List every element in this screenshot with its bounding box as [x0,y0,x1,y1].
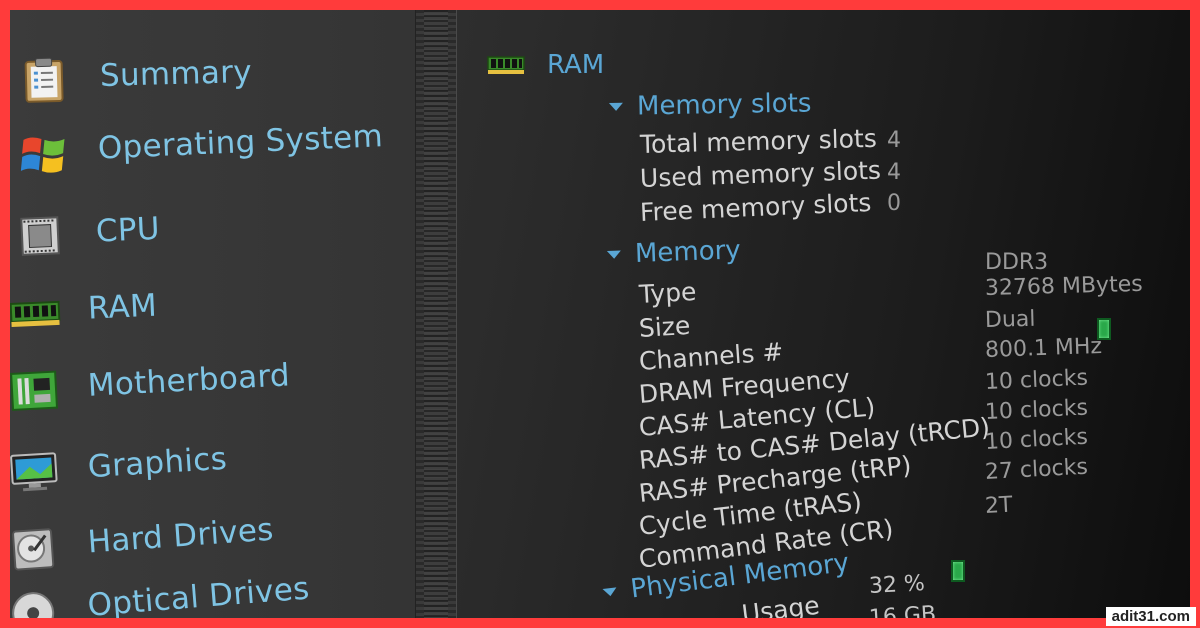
chevron-down-icon [608,102,624,111]
row-value: 10 clocks [984,424,1089,455]
row-label: Usage [740,590,822,618]
row-value: DDR3 [985,250,1049,275]
status-led-icon [1097,318,1111,340]
page-title: RAM [547,50,605,80]
row-value: 10 clocks [984,395,1089,425]
panel-splitter[interactable] [415,10,457,618]
windows-logo-icon [19,130,69,173]
row-value: 4 [887,128,901,153]
sidebar-item-optical-drives[interactable]: Optical Drives [10,568,311,618]
row-label: Size [638,310,692,343]
row-value: 32 % [868,571,926,599]
cpu-chip-icon [17,213,67,256]
group-memory[interactable]: Memory [606,235,741,270]
group-memory-slots[interactable]: Memory slots [608,88,812,122]
monitor-icon [10,449,59,492]
row-value: 800.1 MHz [984,333,1103,363]
optical-disc-icon [10,588,59,618]
motherboard-icon [10,368,59,411]
row-value: 2T [984,492,1014,519]
sidebar: Summary Operating System CPU RAM Motherb… [10,10,415,618]
sidebar-item-graphics[interactable]: Graphics [10,439,228,492]
sidebar-item-summary[interactable]: Summary [21,52,253,103]
sidebar-item-motherboard[interactable]: Motherboard [10,355,291,411]
row-value: 0 [887,191,901,216]
chevron-down-icon [602,587,618,597]
status-led-icon [951,560,965,582]
details-panel: RAM Memory slots Total memory slots 4 Us… [457,10,1190,618]
sidebar-item-cpu[interactable]: CPU [17,209,161,256]
row-value: 27 clocks [984,454,1089,485]
sidebar-item-label: Motherboard [86,357,291,404]
sidebar-item-label: Operating System [97,118,384,167]
row-value: Dual [984,306,1036,333]
sidebar-item-label: RAM [87,287,158,327]
row-label: Free memory slots [639,187,872,227]
group-title: Memory [634,235,742,270]
section-header-ram: RAM [487,50,604,80]
sidebar-item-operating-system[interactable]: Operating System [19,116,384,173]
row-value: 4 [887,160,901,185]
sidebar-item-label: Graphics [86,440,228,486]
row-value: 16 GB [868,601,937,618]
app-window: Summary Operating System CPU RAM Motherb… [10,10,1190,618]
row-label: Type [638,277,698,309]
group-title: Memory slots [636,88,812,122]
sidebar-item-label: Optical Drives [86,570,311,618]
sidebar-item-label: Summary [99,53,253,94]
sidebar-item-label: Hard Drives [86,511,275,561]
watermark: adit31.com [1105,607,1196,626]
ram-module-icon [487,56,525,74]
row-label: Used memory slots [639,155,882,193]
ram-module-icon [10,290,61,332]
sidebar-item-ram[interactable]: RAM [10,286,158,332]
hard-drive-icon [10,525,59,571]
row-label: Total memory slots [639,123,878,159]
chevron-down-icon [606,250,622,259]
row-value: 32768 MBytes [984,271,1143,301]
clipboard-icon [21,57,70,103]
row-value: 10 clocks [984,365,1089,395]
sidebar-item-label: CPU [95,210,161,250]
sidebar-item-hard-drives[interactable]: Hard Drives [10,510,275,571]
